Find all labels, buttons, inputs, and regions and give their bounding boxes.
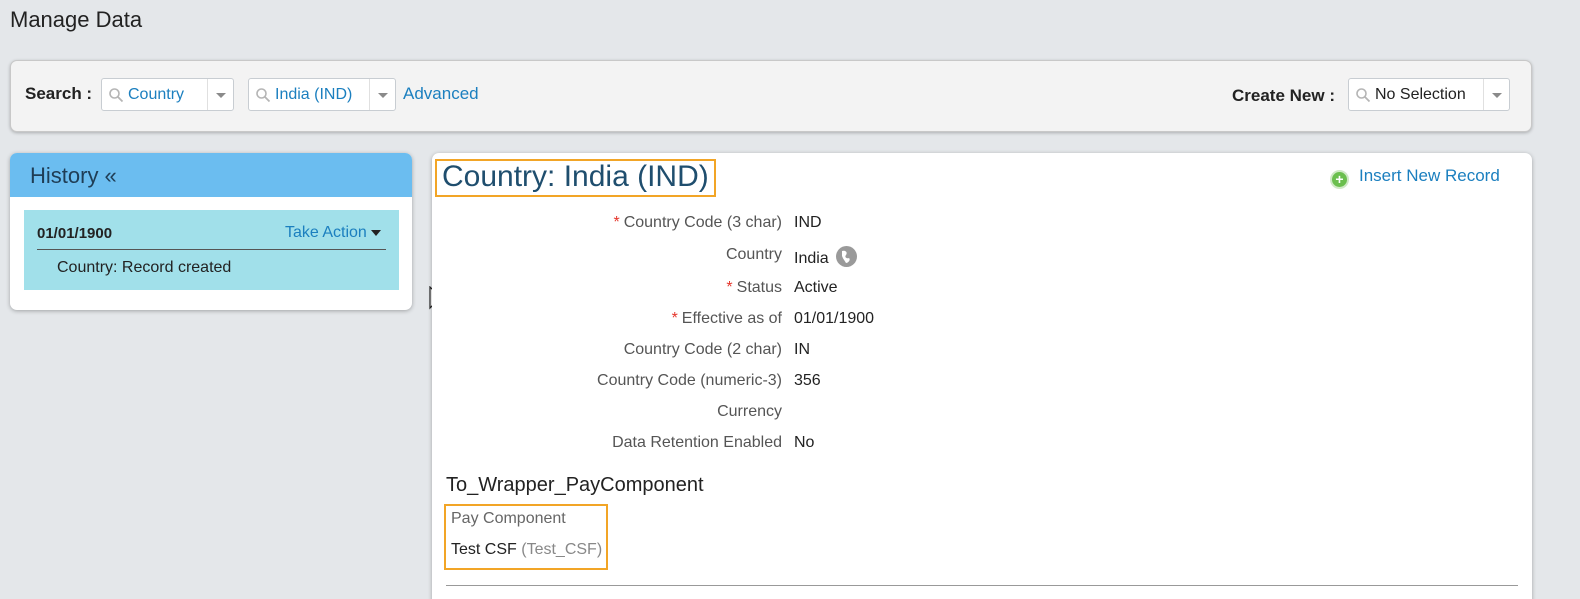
field-row: * Country Code (3 char) IND [432, 214, 1132, 236]
field-value: IN [794, 341, 810, 358]
object-type-value: Country [128, 86, 185, 103]
history-date: 01/01/1900 [37, 225, 113, 242]
search-bar: Search : Country India (IND) Advanced Cr… [10, 60, 1532, 132]
field-value: Active [794, 279, 838, 296]
field-label-text: Status [736, 279, 782, 296]
field-value-text: India [794, 250, 829, 267]
field-label-text: Currency [717, 403, 782, 420]
field-label-text: Effective as of [681, 310, 782, 327]
record-combobox[interactable]: India (IND) [248, 78, 396, 111]
divider [446, 585, 1518, 586]
object-type-combobox[interactable]: Country [101, 78, 234, 111]
create-new-label: Create New : [1232, 86, 1335, 105]
field-label: Country Code (numeric-3) [597, 372, 782, 390]
field-row: Currency [432, 403, 1132, 425]
globe-icon[interactable] [836, 246, 858, 267]
insert-new-record-label: Insert New Record [1359, 166, 1500, 185]
field-label: Country [726, 246, 782, 264]
pay-component-label: Pay Component [451, 510, 566, 527]
search-icon [1356, 88, 1371, 103]
required-marker: * [671, 310, 678, 327]
take-action-label: Take Action [285, 224, 367, 241]
field-label: * Country Code (3 char) [613, 214, 782, 232]
required-marker: * [726, 279, 733, 296]
field-label: Currency [717, 403, 782, 421]
dropdown-arrow-icon[interactable] [1483, 79, 1509, 110]
field-value: 356 [794, 372, 821, 389]
plus-circle-icon: + [1330, 170, 1349, 189]
field-label-text: Country Code (3 char) [623, 214, 782, 231]
field-row: * Status Active [432, 279, 1132, 301]
record-value: India (IND) [275, 86, 353, 103]
field-value: India [794, 246, 858, 268]
record-detail-panel: Country: India (IND) + Insert New Record … [432, 153, 1532, 599]
section-heading: To_Wrapper_PayComponent [446, 474, 704, 496]
dropdown-arrow-icon[interactable] [369, 79, 395, 110]
history-item[interactable]: 01/01/1900 Take Action Country: Record c… [24, 210, 399, 290]
history-panel: History « 01/01/1900 Take Action Country… [10, 153, 412, 310]
pay-component-value[interactable]: Test CSF (Test_CSF) [451, 541, 602, 559]
field-label: * Status [726, 279, 782, 297]
field-row: Country Code (numeric-3) 356 [432, 372, 1132, 394]
history-divider [37, 249, 386, 250]
search-icon [109, 88, 124, 103]
field-value: IND [794, 214, 822, 231]
search-icon [256, 88, 271, 103]
pay-component-code: (Test_CSF) [521, 541, 603, 558]
create-new-combobox[interactable]: No Selection [1348, 78, 1510, 111]
pay-component-name: Test CSF [451, 541, 517, 558]
field-label-text: Country Code (numeric-3) [597, 372, 782, 389]
caret-down-icon [370, 229, 381, 236]
advanced-search-link[interactable]: Advanced [403, 84, 479, 104]
take-action-button[interactable]: Take Action [285, 224, 381, 242]
insert-new-record-button[interactable]: + Insert New Record [1330, 166, 1500, 189]
field-value: No [794, 434, 815, 451]
history-description: Country: Record created [57, 259, 232, 276]
pay-component-box: Pay Component Test CSF (Test_CSF) [444, 504, 608, 570]
field-label-text: Country [725, 246, 782, 263]
record-title: Country: India (IND) [435, 159, 716, 197]
required-marker: * [613, 214, 620, 231]
create-new-value: No Selection [1375, 86, 1466, 103]
field-label: Country Code (2 char) [624, 341, 782, 359]
field-label: * Effective as of [672, 310, 782, 328]
field-label: Data Retention Enabled [612, 434, 782, 452]
field-label-text: Country Code (2 char) [623, 341, 782, 358]
field-value: 01/01/1900 [794, 310, 875, 327]
field-label-text: Data Retention Enabled [612, 434, 782, 451]
field-row: Country India [432, 246, 1132, 268]
field-row: Data Retention Enabled No [432, 434, 1132, 456]
history-header[interactable]: History « [10, 153, 412, 197]
search-label: Search : [25, 84, 93, 103]
field-row: Country Code (2 char) IN [432, 341, 1132, 363]
page-title: Manage Data [10, 7, 143, 32]
field-row: * Effective as of 01/01/1900 [432, 310, 1132, 332]
dropdown-arrow-icon[interactable] [207, 79, 233, 110]
